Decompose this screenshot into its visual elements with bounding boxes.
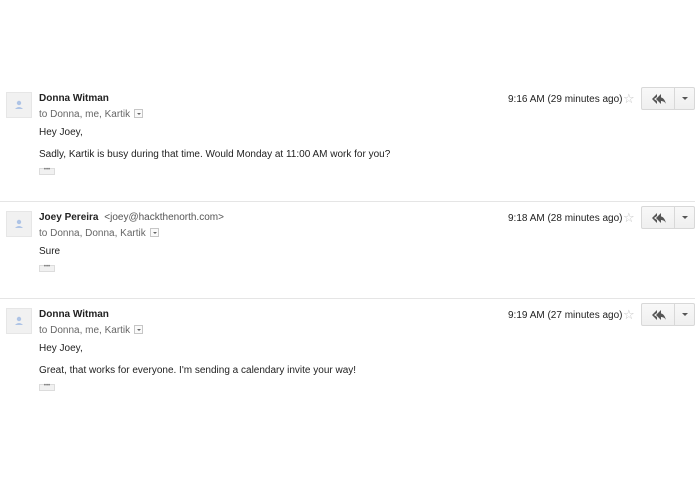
recipients-label: to Donna, me, Kartik [39,109,131,120]
show-details-dropdown-icon[interactable] [134,109,144,118]
recipients: to Donna, me, Kartik [39,325,144,336]
divider [0,298,695,299]
message-2: Joey Pereira <joey@hackthenorth.com> to … [0,206,695,281]
show-details-dropdown-icon[interactable] [134,325,144,334]
reply-all-button[interactable] [641,87,675,110]
message-3: Donna Witman to Donna, me, Kartik 9:19 A… [0,303,695,398]
message-body-line: Sure [39,246,61,257]
divider [0,201,695,202]
more-actions-button[interactable] [675,303,695,326]
avatar[interactable] [6,92,32,118]
sender: Joey Pereira <joey@hackthenorth.com> [39,212,224,223]
more-actions-button[interactable] [675,87,695,110]
show-details-dropdown-icon[interactable] [149,228,159,237]
message-body-line: Hey Joey, [39,127,83,138]
timestamp: 9:19 AM (27 minutes ago) [508,310,623,321]
sender: Donna Witman [39,309,109,320]
reply-all-button[interactable] [641,206,675,229]
show-trimmed-content-button[interactable]: ••• [39,383,55,391]
person-icon [15,219,23,228]
recipients-label: to Donna, me, Kartik [39,325,131,336]
star-icon[interactable]: ☆ [623,308,635,321]
sender-name[interactable]: Joey Pereira [39,212,99,223]
message-body-line: Great, that works for everyone. I'm send… [39,365,357,376]
star-icon[interactable]: ☆ [623,211,635,224]
avatar[interactable] [6,211,32,237]
timestamp: 9:18 AM (28 minutes ago) [508,213,623,224]
avatar[interactable] [6,308,32,334]
timestamp: 9:16 AM (29 minutes ago) [508,94,623,105]
person-icon [15,316,23,325]
message-body-line: Hey Joey, [39,343,83,354]
star-icon[interactable]: ☆ [623,92,635,105]
sender-name[interactable]: Donna Witman [39,93,109,104]
reply-all-icon [652,310,666,320]
reply-all-button[interactable] [641,303,675,326]
person-icon [15,100,23,109]
message-1: Donna Witman to Donna, me, Kartik 9:16 A… [0,87,695,182]
show-trimmed-content-button[interactable]: ••• [39,264,55,272]
sender: Donna Witman [39,93,109,104]
reply-all-icon [652,94,666,104]
show-trimmed-content-button[interactable]: ••• [39,167,55,175]
recipients-label: to Donna, Donna, Kartik [39,228,146,239]
sender-name[interactable]: Donna Witman [39,309,109,320]
recipients: to Donna, Donna, Kartik [39,228,159,239]
message-body-line: Sadly, Kartik is busy during that time. … [39,149,391,160]
recipients: to Donna, me, Kartik [39,109,144,120]
more-actions-button[interactable] [675,206,695,229]
sender-email: <joey@hackthenorth.com> [104,212,224,223]
reply-all-icon [652,213,666,223]
